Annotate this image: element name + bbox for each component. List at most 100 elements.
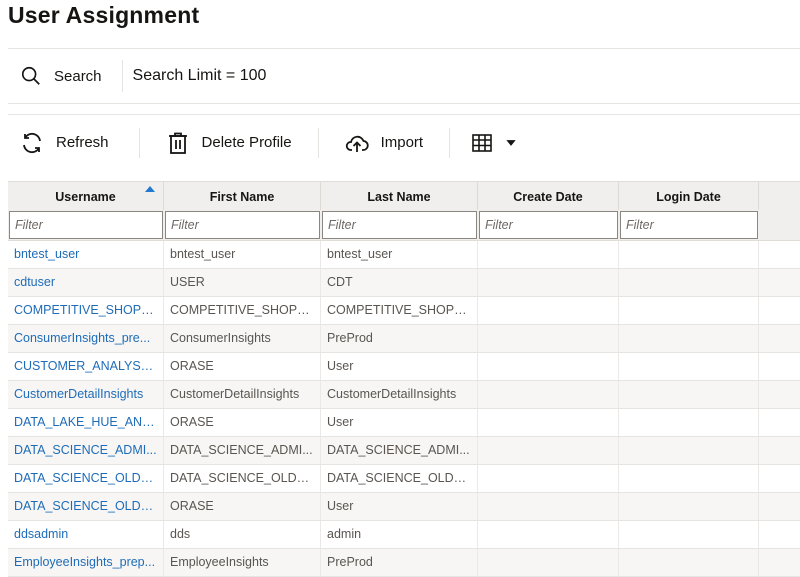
username-cell[interactable]: bntest_user [8, 241, 164, 268]
column-header-username[interactable]: Username [8, 182, 164, 210]
import-button-label: Import [380, 134, 424, 151]
first-name-cell: ORASE [164, 493, 321, 520]
delete-profile-button[interactable]: Delete Profile [152, 125, 306, 161]
username-cell[interactable]: COMPETITIVE_SHOPP... [8, 297, 164, 324]
divider [121, 60, 123, 92]
table-row[interactable]: DATA_SCIENCE_ADMI... DATA_SCIENCE_ADMI...… [8, 437, 800, 465]
search-icon [21, 66, 40, 85]
column-header-login-date[interactable]: Login Date [619, 182, 759, 210]
login-date-cell [619, 325, 759, 352]
row-spacer [759, 297, 800, 324]
view-options-button[interactable] [462, 125, 526, 161]
last-name-cell: CDT [321, 269, 478, 296]
last-name-cell: PreProd [321, 549, 478, 576]
create-date-cell [478, 353, 619, 380]
column-header-spacer [759, 182, 800, 210]
table-row[interactable]: ConsumerInsights_pre... ConsumerInsights P… [8, 325, 800, 353]
column-header-first-name[interactable]: First Name [164, 182, 321, 210]
refresh-button[interactable]: Refresh [8, 125, 123, 161]
username-cell[interactable]: DATA_SCIENCE_OLDS_... [8, 465, 164, 492]
filter-cell [478, 210, 619, 240]
table-grid-icon [472, 133, 492, 152]
login-date-cell [619, 493, 759, 520]
sort-ascending-icon[interactable] [145, 186, 155, 192]
last-name-cell: CustomerDetailInsights [321, 381, 478, 408]
first-name-filter-input[interactable] [165, 211, 320, 239]
username-cell[interactable]: CUSTOMER_ANALYST... [8, 353, 164, 380]
table-row[interactable]: EmployeeInsights_prep... EmployeeInsights… [8, 549, 800, 577]
divider [449, 127, 451, 158]
username-filter-input[interactable] [9, 211, 163, 239]
row-spacer [759, 493, 800, 520]
table-header-row: Username First Name Last Name Create Dat… [8, 181, 800, 210]
create-date-cell [478, 409, 619, 436]
last-name-cell: PreProd [321, 325, 478, 352]
table-row[interactable]: ddsadmin dds admin [8, 521, 800, 549]
search-button[interactable]: Search [8, 58, 114, 94]
username-cell[interactable]: EmployeeInsights_prep... [8, 549, 164, 576]
username-cell[interactable]: DATA_SCIENCE_ADMI... [8, 437, 164, 464]
username-cell[interactable]: DATA_LAKE_HUE_ANA... [8, 409, 164, 436]
first-name-cell: COMPETITIVE_SHOPP... [164, 297, 321, 324]
first-name-cell: dds [164, 521, 321, 548]
create-date-cell [478, 465, 619, 492]
first-name-cell: USER [164, 269, 321, 296]
create-date-cell [478, 269, 619, 296]
username-cell[interactable]: cdtuser [8, 269, 164, 296]
row-spacer [759, 241, 800, 268]
column-header-label: Login Date [656, 190, 721, 204]
table-row[interactable]: bntest_user bntest_user bntest_user [8, 241, 800, 269]
username-cell[interactable]: DATA_SCIENCE_OLDS_... [8, 493, 164, 520]
create-date-cell [478, 493, 619, 520]
first-name-cell: CustomerDetailInsights [164, 381, 321, 408]
cloud-upload-icon [345, 135, 369, 152]
create-date-cell [478, 381, 619, 408]
column-header-label: Create Date [513, 190, 583, 204]
delete-profile-button-label: Delete Profile [201, 134, 292, 151]
column-header-label: First Name [209, 190, 275, 204]
last-name-cell: User [321, 353, 478, 380]
create-date-cell [478, 241, 619, 268]
first-name-cell: DATA_SCIENCE_ADMI... [164, 437, 321, 464]
filter-cell [8, 210, 164, 240]
last-name-filter-input[interactable] [322, 211, 477, 239]
first-name-cell: ORASE [164, 409, 321, 436]
table-row[interactable]: CUSTOMER_ANALYST... ORASE User [8, 353, 800, 381]
last-name-cell: COMPETITIVE_SHOPP... [321, 297, 478, 324]
divider [317, 127, 319, 158]
username-cell[interactable]: ConsumerInsights_pre... [8, 325, 164, 352]
row-spacer [759, 521, 800, 548]
import-button[interactable]: Import [331, 125, 438, 161]
page-title: User Assignment [8, 2, 200, 28]
search-button-label: Search [54, 67, 102, 85]
trash-icon [168, 132, 187, 154]
login-date-filter-input[interactable] [620, 211, 758, 239]
table-row[interactable]: cdtuser USER CDT [8, 269, 800, 297]
last-name-cell: User [321, 493, 478, 520]
refresh-icon [23, 132, 41, 153]
row-spacer [759, 465, 800, 492]
login-date-cell [619, 465, 759, 492]
caret-down-icon [506, 139, 516, 146]
column-header-last-name[interactable]: Last Name [321, 182, 478, 210]
table-row[interactable]: DATA_SCIENCE_OLDS_... DATA_SCIENCE_OLDS_.… [8, 465, 800, 493]
table-row[interactable]: COMPETITIVE_SHOPP... COMPETITIVE_SHOPP...… [8, 297, 800, 325]
create-date-filter-input[interactable] [479, 211, 618, 239]
login-date-cell [619, 549, 759, 576]
table-row[interactable]: DATA_LAKE_HUE_ANA... ORASE User [8, 409, 800, 437]
table-row[interactable]: CustomerDetailInsights CustomerDetailInsi… [8, 381, 800, 409]
username-cell[interactable]: ddsadmin [8, 521, 164, 548]
create-date-cell [478, 325, 619, 352]
filter-cell [619, 210, 759, 240]
table-body: bntest_user bntest_user bntest_user cdtuser… [8, 241, 800, 577]
user-table: Username First Name Last Name Create Dat… [8, 181, 800, 577]
table-row[interactable]: DATA_SCIENCE_OLDS_... ORASE User [8, 493, 800, 521]
column-header-create-date[interactable]: Create Date [478, 182, 619, 210]
row-spacer [759, 325, 800, 352]
login-date-cell [619, 409, 759, 436]
last-name-cell: User [321, 409, 478, 436]
first-name-cell: DATA_SCIENCE_OLDS_... [164, 465, 321, 492]
first-name-cell: ConsumerInsights [164, 325, 321, 352]
row-spacer [759, 353, 800, 380]
username-cell[interactable]: CustomerDetailInsights [8, 381, 164, 408]
